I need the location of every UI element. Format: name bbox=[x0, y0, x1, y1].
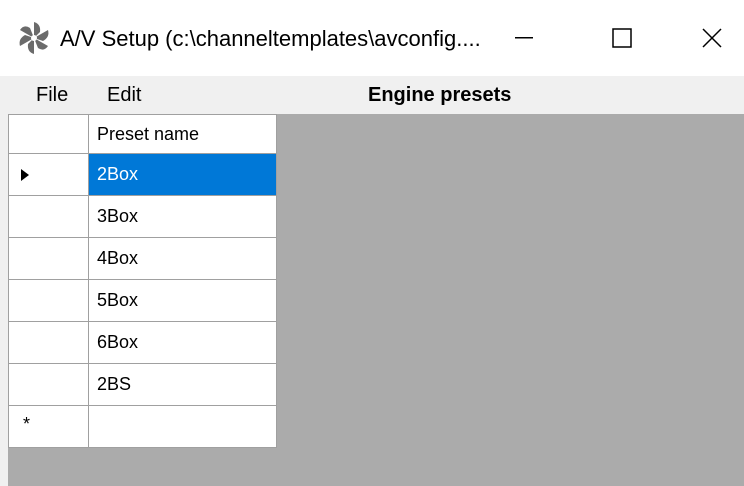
close-icon bbox=[702, 28, 722, 48]
preset-name-cell[interactable]: 5Box bbox=[88, 279, 277, 322]
pinwheel-icon bbox=[14, 18, 54, 58]
table-row[interactable]: 4Box bbox=[8, 237, 277, 280]
new-preset-name-cell[interactable] bbox=[88, 405, 277, 448]
table-row[interactable]: 6Box bbox=[8, 321, 277, 364]
menu-bar: File Edit Engine presets bbox=[0, 76, 744, 114]
title-bar: A/V Setup (c:\channeltemplates\avconfig.… bbox=[0, 0, 744, 76]
row-header[interactable] bbox=[8, 195, 89, 238]
preset-name-cell[interactable]: 2Box bbox=[88, 153, 277, 196]
maximize-icon bbox=[612, 28, 632, 48]
preset-name-cell[interactable]: 4Box bbox=[88, 237, 277, 280]
new-row-marker-icon: * bbox=[23, 414, 31, 434]
window-title: A/V Setup (c:\channeltemplates\avconfig.… bbox=[60, 26, 481, 51]
presets-grid-area: Preset name 2Box 3Box 4Box 5Box 6Box 2BS… bbox=[0, 114, 744, 486]
preset-name-cell[interactable]: 2BS bbox=[88, 363, 277, 406]
table-row[interactable]: 2BS bbox=[8, 363, 277, 406]
maximize-button[interactable] bbox=[594, 14, 650, 62]
preset-name-cell[interactable]: 6Box bbox=[88, 321, 277, 364]
new-row[interactable]: * bbox=[8, 405, 277, 448]
preset-name-cell[interactable]: 3Box bbox=[88, 195, 277, 238]
row-header[interactable] bbox=[8, 153, 89, 196]
row-header[interactable] bbox=[8, 237, 89, 280]
table-row[interactable]: 2Box bbox=[8, 153, 277, 196]
row-header[interactable]: * bbox=[8, 405, 89, 448]
menu-edit[interactable]: Edit bbox=[107, 84, 141, 107]
presets-grid: Preset name 2Box 3Box 4Box 5Box 6Box 2BS… bbox=[8, 114, 277, 448]
row-header[interactable] bbox=[8, 363, 89, 406]
close-button[interactable] bbox=[684, 14, 740, 62]
table-row[interactable]: 5Box bbox=[8, 279, 277, 322]
row-header[interactable] bbox=[8, 279, 89, 322]
grid-header-row: Preset name bbox=[8, 114, 277, 154]
row-header[interactable] bbox=[8, 321, 89, 364]
section-title: Engine presets bbox=[368, 84, 512, 106]
current-row-arrow-icon bbox=[21, 169, 29, 181]
minimize-button[interactable] bbox=[496, 14, 552, 62]
menu-file[interactable]: File bbox=[36, 84, 68, 107]
minimize-icon bbox=[515, 37, 533, 39]
column-header-preset-name[interactable]: Preset name bbox=[88, 114, 277, 154]
row-header-corner bbox=[8, 114, 89, 154]
table-row[interactable]: 3Box bbox=[8, 195, 277, 238]
